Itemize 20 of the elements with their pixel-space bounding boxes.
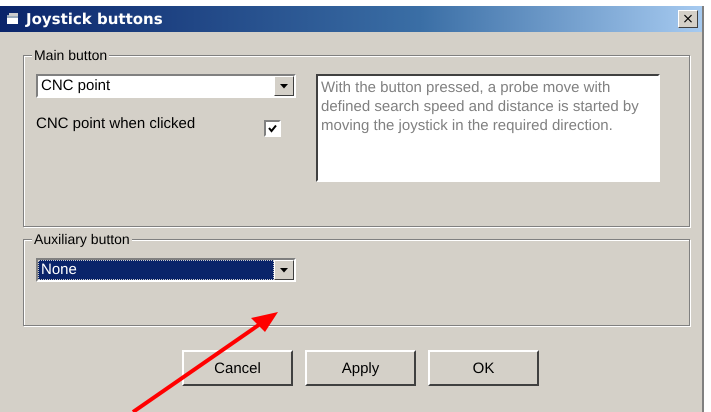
close-button[interactable]: × <box>678 10 698 28</box>
checkbox-label: CNC point when clicked <box>36 115 196 132</box>
dialog-button[interactable]: OK <box>428 350 539 386</box>
dropdown-value: CNC point <box>40 76 112 96</box>
window-icon <box>6 13 20 25</box>
dropdown-button[interactable] <box>274 76 294 96</box>
group-label: Auxiliary button <box>32 231 132 247</box>
group-label: Main button <box>32 47 110 63</box>
check-icon <box>268 124 277 133</box>
caret-icon <box>280 84 288 88</box>
description-box: With the button pressed, a probe move with defined search speed and distance is started by moving the joystick in the required direction. <box>316 74 660 182</box>
dropdown-button[interactable] <box>274 260 294 280</box>
checkbox[interactable] <box>264 120 281 137</box>
dialog-button[interactable]: Apply <box>305 350 416 386</box>
dropdown[interactable]: CNC point <box>36 74 296 98</box>
window-title: Joystick buttons <box>26 10 164 28</box>
dropdown-value: None <box>38 260 274 280</box>
dropdown[interactable]: None <box>36 258 296 282</box>
dialog-button[interactable]: Cancel <box>182 350 293 386</box>
caret-icon <box>280 268 288 272</box>
